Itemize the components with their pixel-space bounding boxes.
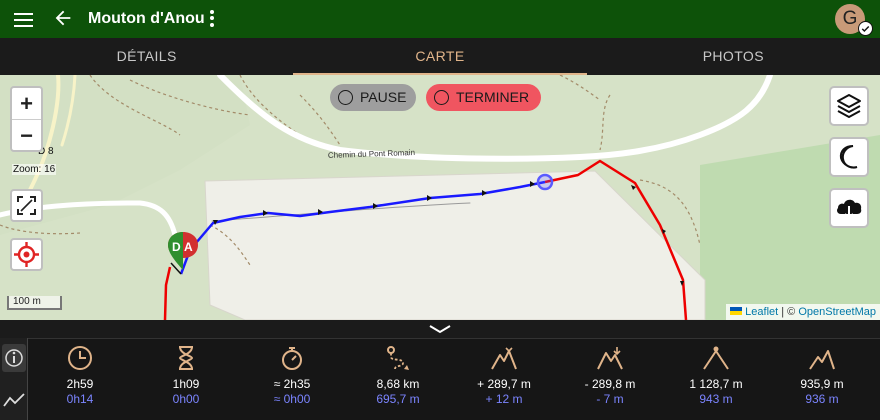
map-tiles: Chemin du Pont Romain D 8 D A xyxy=(0,75,880,320)
fullscreen-icon xyxy=(17,196,36,215)
more-options-icon[interactable] xyxy=(206,8,218,30)
moon-icon xyxy=(839,145,858,169)
map-view[interactable]: Chemin du Pont Romain D 8 D A + − Zoom: … xyxy=(0,75,880,320)
info-tab-button[interactable] xyxy=(2,344,26,372)
stat-primary: 1h09 xyxy=(172,377,200,391)
stat-primary: 8,68 km xyxy=(376,377,420,391)
layers-icon xyxy=(837,94,861,118)
pause-button[interactable]: PAUSE xyxy=(330,84,416,111)
elevation-gain-icon xyxy=(491,347,517,370)
finish-button[interactable]: TERMINER xyxy=(426,84,541,111)
locate-button[interactable] xyxy=(10,238,43,271)
stat-secondary: 936 m xyxy=(805,392,839,406)
stat-secondary: - 7 m xyxy=(596,392,624,406)
marker-end-label: A xyxy=(184,240,193,254)
stat-altitude: 935,9 m 936 m xyxy=(777,339,867,420)
attribution-separator: | © xyxy=(781,306,796,318)
menu-icon[interactable] xyxy=(14,10,34,28)
layers-button[interactable] xyxy=(829,86,869,126)
stats-view-switcher xyxy=(0,338,28,420)
page-title: Mouton d'Anou xyxy=(88,10,205,27)
map-attribution: Leaflet | © OpenStreetMap xyxy=(726,304,880,320)
marker-start-label: D xyxy=(172,240,181,254)
zoom-control: + − xyxy=(10,86,43,152)
stat-primary: ≈ 2h35 xyxy=(273,377,311,391)
back-arrow-icon[interactable] xyxy=(52,7,74,29)
hourglass-icon xyxy=(178,346,194,370)
stat-max-altitude: 1 128,7 m 943 m xyxy=(671,339,761,420)
stat-secondary: 943 m xyxy=(699,392,733,406)
ukraine-flag-icon xyxy=(730,307,743,315)
panel-handle[interactable] xyxy=(0,320,880,338)
stat-primary: 935,9 m xyxy=(800,377,844,391)
osm-link[interactable]: OpenStreetMap xyxy=(798,306,876,318)
stats-panel: 2h59 0h14 1h09 0h00 ≈ 2h35 ≈ 0h00 8,68 k… xyxy=(0,338,880,420)
max-altitude-icon xyxy=(703,346,729,370)
download-map-button[interactable] xyxy=(829,188,869,228)
map-scale: 100 m xyxy=(7,296,62,310)
tab-photos[interactable]: PHOTOS xyxy=(587,38,880,75)
stat-elevation-loss: - 289,8 m - 7 m xyxy=(565,339,655,420)
zoom-out-button[interactable]: − xyxy=(12,119,41,150)
stat-primary: + 289,7 m xyxy=(477,377,531,391)
route-icon xyxy=(387,346,409,370)
stat-primary: 2h59 xyxy=(66,377,94,391)
stat-secondary: 0h00 xyxy=(172,392,200,406)
zoom-in-button[interactable]: + xyxy=(12,88,41,119)
top-app-bar: Mouton d'Anou G xyxy=(0,0,880,38)
stat-secondary: + 12 m xyxy=(485,392,523,406)
altitude-icon xyxy=(809,350,835,370)
finish-label: TERMINER xyxy=(456,89,530,105)
check-badge-icon xyxy=(858,21,873,36)
zoom-level-label: Zoom: 16 xyxy=(12,164,57,175)
current-position-marker xyxy=(536,173,554,191)
fit-bounds-button[interactable] xyxy=(10,189,43,222)
stat-secondary: ≈ 0h00 xyxy=(273,392,311,406)
leaflet-link[interactable]: Leaflet xyxy=(745,306,778,318)
stat-moving-time: 1h09 0h00 xyxy=(141,339,231,420)
stopwatch-icon xyxy=(282,347,302,370)
stat-primary: - 289,8 m xyxy=(584,377,636,391)
clock-icon xyxy=(68,346,92,370)
elevation-loss-icon xyxy=(597,347,623,370)
stop-icon xyxy=(434,90,449,105)
pause-icon xyxy=(338,90,353,105)
chart-line-icon[interactable] xyxy=(2,388,26,412)
tab-details[interactable]: DÉTAILS xyxy=(0,38,293,75)
night-mode-button[interactable] xyxy=(829,137,869,177)
info-icon xyxy=(5,349,23,367)
crosshair-icon xyxy=(14,242,39,267)
stat-elevation-gain: + 289,7 m + 12 m xyxy=(459,339,549,420)
stat-total-time: 2h59 0h14 xyxy=(35,339,125,420)
cloud-download-icon xyxy=(837,199,862,220)
stat-secondary: 0h14 xyxy=(66,392,94,406)
stat-primary: 1 128,7 m xyxy=(689,377,743,391)
app-root: Mouton d'Anou G DÉTAILS CARTE PHOTOS Che… xyxy=(0,0,880,420)
stat-distance: 8,68 km 695,7 m xyxy=(353,339,443,420)
stat-secondary: 695,7 m xyxy=(376,392,420,406)
tab-map[interactable]: CARTE xyxy=(293,38,587,75)
stat-estimated-time: ≈ 2h35 ≈ 0h00 xyxy=(247,339,337,420)
pause-label: PAUSE xyxy=(360,89,407,105)
tab-bar: DÉTAILS CARTE PHOTOS xyxy=(0,38,880,75)
chevron-down-icon[interactable] xyxy=(428,324,452,334)
